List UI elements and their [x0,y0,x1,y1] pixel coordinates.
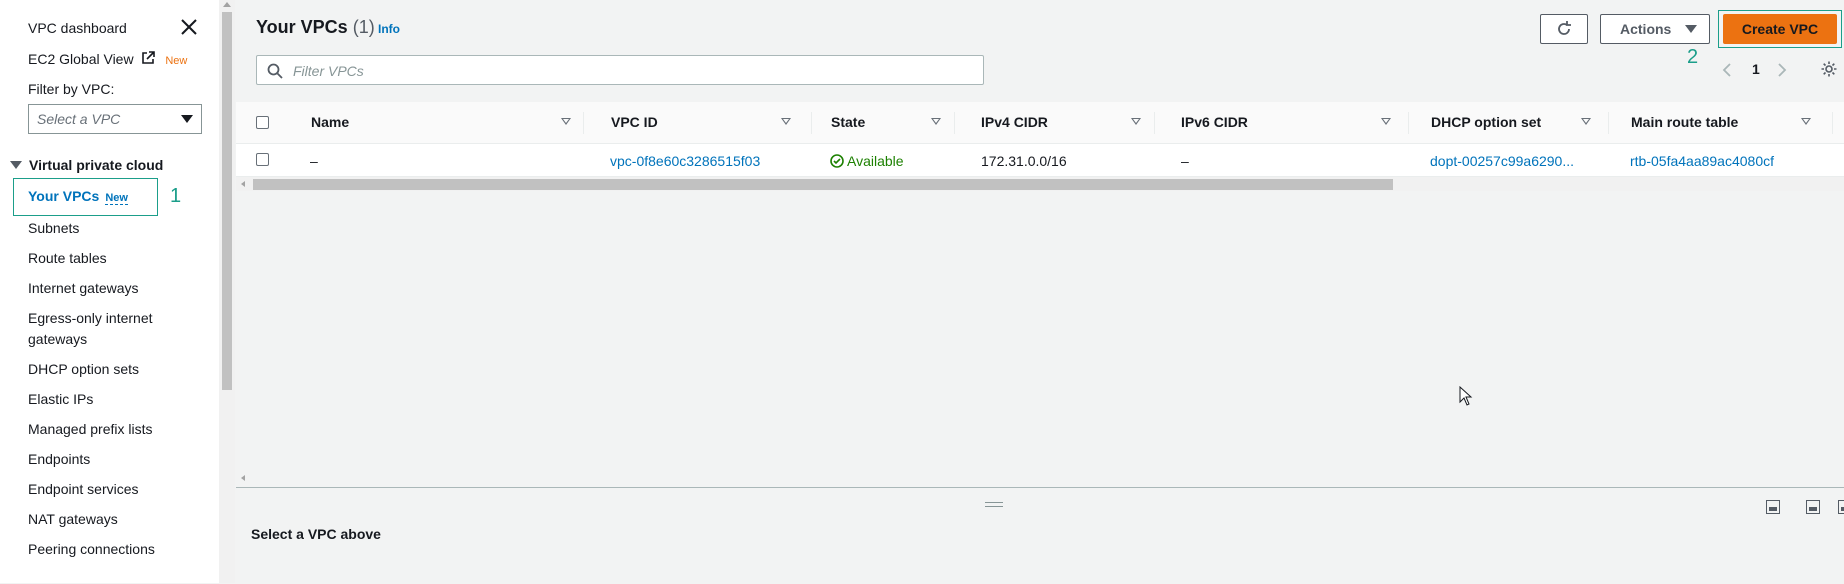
sidebar-item-subnets[interactable]: Subnets [28,218,79,239]
vpc-select-placeholder: Select a VPC [37,111,121,127]
sort-icon[interactable] [1381,118,1391,125]
sidebar-item-label: Your VPCs [28,188,100,204]
previous-page-icon[interactable] [1721,62,1733,78]
column-header-name[interactable]: Name [311,114,349,130]
column-divider[interactable] [1608,112,1609,134]
panel-bottom-icon[interactable] [1766,500,1780,514]
column-header-ipv6-cidr[interactable]: IPv6 CIDR [1181,114,1248,130]
filter-vpcs-input[interactable] [291,60,975,82]
search-icon [267,63,283,79]
next-page-icon[interactable] [1776,62,1788,78]
caret-down-icon [10,161,22,169]
sidebar-item-nat-gateways[interactable]: NAT gateways [28,509,118,530]
close-icon[interactable] [179,17,199,37]
table-header: Name VPC ID State IPv4 CIDR IPv6 CIDR DH… [236,102,1844,144]
sort-icon[interactable] [1131,118,1141,125]
page-title-text: Your VPCs [256,17,348,37]
panel-side-icon[interactable] [1806,500,1820,514]
column-divider[interactable] [811,112,812,134]
caret-down-icon [1685,25,1697,33]
column-divider[interactable] [1154,112,1155,134]
cell-state: Available [830,153,904,169]
ec2-global-view-link[interactable]: EC2 Global View New [28,49,187,72]
info-link[interactable]: Info [378,22,400,36]
sidebar-item-internet-gateways[interactable]: Internet gateways [28,278,139,299]
sidebar-item-dhcp-option-sets[interactable]: DHCP option sets [28,359,139,380]
split-panel: Select a VPC above [236,487,1844,584]
page-title: Your VPCs (1) [256,17,375,38]
refresh-icon [1558,21,1571,35]
select-all-checkbox[interactable] [256,116,269,129]
filter-by-vpc-label: Filter by VPC: [28,81,115,97]
sidebar-item-managed-prefix-lists[interactable]: Managed prefix lists [28,419,153,440]
scrollbar-thumb[interactable] [222,12,232,390]
vpc-table: Name VPC ID State IPv4 CIDR IPv6 CIDR DH… [236,102,1844,472]
mouse-cursor-icon [1459,386,1473,406]
sort-icon[interactable] [781,118,791,125]
sidebar-item-endpoints[interactable]: Endpoints [28,449,90,470]
vpc-dashboard-link[interactable]: VPC dashboard [28,18,127,39]
column-header-dhcp-option-set[interactable]: DHCP option set [1431,114,1541,130]
column-divider[interactable] [1832,112,1833,134]
new-badge: New [105,192,128,205]
cell-vpc-id[interactable]: vpc-0f8e60c3286515f03 [610,153,760,169]
column-header-state[interactable]: State [831,114,865,130]
section-title: Virtual private cloud [29,157,164,173]
row-checkbox[interactable] [256,153,269,166]
sort-icon[interactable] [1801,118,1811,125]
panel-hide-icon[interactable] [1838,500,1844,514]
sidebar-item-endpoint-services[interactable]: Endpoint services [28,479,139,500]
new-badge: New [165,55,188,67]
sidebar-item-route-tables[interactable]: Route tables [28,248,107,269]
scrollbar-thumb[interactable] [253,179,1393,190]
vpc-filter-select[interactable]: Select a VPC [28,104,202,134]
cell-dhcp-option-set[interactable]: dopt-00257c99a6290... [1430,153,1574,169]
step-number: 1 [170,185,182,207]
sort-icon[interactable] [1581,118,1591,125]
cell-ipv4-cidr: 172.31.0.0/16 [981,153,1067,169]
scroll-up-arrow[interactable] [223,2,231,7]
sidebar-item-your-vpcs[interactable]: Your VPCs New [28,188,128,205]
column-header-vpc-id[interactable]: VPC ID [611,114,658,130]
actions-button[interactable]: Actions [1600,14,1710,44]
sort-icon[interactable] [561,118,571,125]
column-header-ipv4-cidr[interactable]: IPv4 CIDR [981,114,1048,130]
column-divider[interactable] [1408,112,1409,134]
table-horizontal-scrollbar[interactable] [236,177,1844,191]
sidebar-scrollbar[interactable] [219,0,235,583]
sidebar-item-elastic-ips[interactable]: Elastic IPs [28,389,93,410]
refresh-button[interactable] [1540,14,1588,44]
split-panel-title: Select a VPC above [251,526,381,542]
check-circle-icon [830,154,844,168]
table-row[interactable]: – vpc-0f8e60c3286515f03 Available 172.31… [236,144,1844,177]
sidebar-item-egress-only-gateways[interactable]: Egress-only internet gateways [28,308,178,350]
filter-vpcs-field[interactable] [256,55,984,85]
column-header-main-route-table[interactable]: Main route table [1631,114,1738,130]
vpc-count: (1) [352,17,375,37]
external-link-icon [142,51,156,64]
state-text: Available [847,153,904,169]
sidebar-item-peering-connections[interactable]: Peering connections [28,539,155,560]
cell-ipv6-cidr: – [1181,153,1189,169]
cell-main-route-table[interactable]: rtb-05fa4aa89ac4080cf [1630,153,1774,169]
caret-down-icon [181,115,193,123]
column-divider[interactable] [954,112,955,134]
sidebar: VPC dashboard EC2 Global View New Filter… [0,0,219,583]
cell-name: – [310,153,318,169]
ec2-global-view-label: EC2 Global View [28,51,134,67]
sort-icon[interactable] [931,118,941,125]
actions-label: Actions [1620,21,1672,37]
current-page-number[interactable]: 1 [1752,61,1760,77]
gear-icon[interactable] [1820,60,1838,78]
resize-handle[interactable] [985,502,1003,508]
virtual-private-cloud-section[interactable]: Virtual private cloud [10,157,163,173]
create-vpc-button[interactable]: Create VPC [1723,14,1837,44]
scroll-left-arrow[interactable] [241,181,245,187]
main-content: Your VPCs (1) Info Actions Create VPC 2 … [236,0,1844,584]
scroll-left-arrow[interactable] [241,475,245,481]
step-number: 2 [1687,46,1699,68]
column-divider[interactable] [583,112,584,134]
